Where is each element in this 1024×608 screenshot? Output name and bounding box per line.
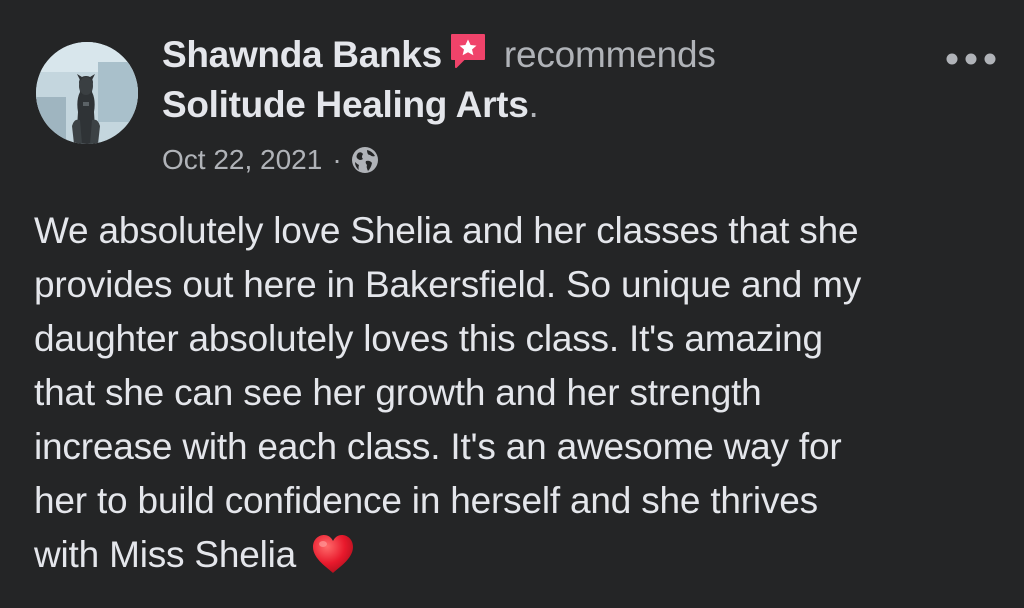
more-options-icon[interactable] (944, 44, 998, 74)
page-name-link[interactable]: Solitude Healing Arts (162, 84, 529, 126)
author-avatar[interactable] (36, 42, 138, 144)
post-body: We absolutely love Shelia and her classe… (34, 204, 1004, 582)
red-heart-icon (310, 533, 356, 575)
post-body-line: that she can see her growth and her stre… (34, 372, 762, 413)
page-name-period: . (528, 84, 539, 125)
post-timestamp[interactable]: Oct 22, 2021 (162, 144, 322, 176)
post-body-line: increase with each class. It's an awesom… (34, 426, 842, 467)
post-body-line: daughter absolutely loves this class. It… (34, 318, 823, 359)
recommends-label: recommends (503, 34, 716, 75)
globe-icon[interactable] (350, 145, 380, 175)
post-body-line: provides out here in Bakersfield. So uni… (34, 264, 862, 305)
recommendation-post: Shawnda Banks recommends Solitude Healin… (0, 0, 1024, 608)
meta-separator: · (332, 144, 342, 175)
recommend-flag-icon (448, 31, 488, 71)
post-body-last-line: with Miss Shelia (34, 528, 1004, 582)
post-header: Shawnda Banks recommends (162, 32, 716, 78)
avatar-photo (36, 42, 138, 144)
post-body-line: We absolutely love Shelia and her classe… (34, 210, 859, 251)
author-name-link[interactable]: Shawnda Banks (162, 34, 442, 76)
post-meta: Oct 22, 2021 · (162, 142, 380, 178)
page-line: Solitude Healing Arts . (162, 82, 539, 128)
post-body-line: her to build confidence in herself and s… (34, 480, 818, 521)
post-body-line: with Miss Shelia (34, 534, 297, 575)
